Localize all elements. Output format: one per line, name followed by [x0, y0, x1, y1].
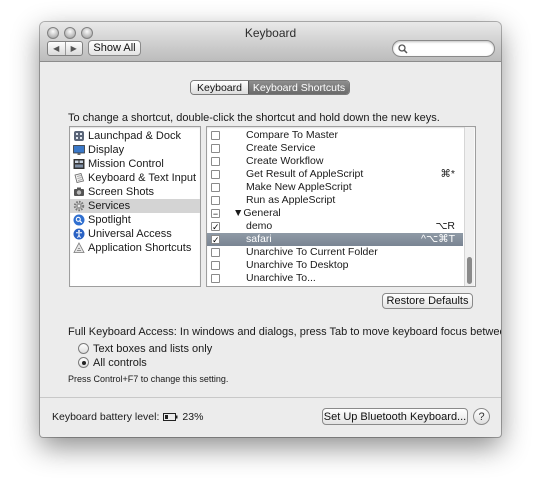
shortcut-checkbox[interactable]: ✓	[211, 222, 220, 232]
tab-keyboard[interactable]: Keyboard	[191, 81, 248, 94]
category-services[interactable]: Services	[70, 199, 200, 213]
shortcut-label: Run as AppleScript	[246, 194, 336, 206]
radio-label: All controls	[93, 356, 147, 369]
category-mission-control[interactable]: Mission Control	[70, 157, 200, 171]
shortcut-key[interactable]: ^⌥⌘T	[421, 233, 455, 245]
shortcut-row[interactable]: Run as AppleScript	[207, 194, 463, 207]
category-launchpad-dock[interactable]: Launchpad & Dock	[70, 129, 200, 143]
restore-defaults-button[interactable]: Restore Defaults	[382, 293, 473, 309]
scroll-thumb[interactable]	[467, 257, 472, 284]
shortcut-row[interactable]: ✓ demo ⌥R	[207, 220, 463, 233]
shortcut-group-row[interactable]: − ▼General	[207, 207, 463, 220]
search-icon	[398, 44, 408, 54]
app-shortcuts-icon	[73, 242, 85, 253]
back-arrow-icon[interactable]: ◀	[48, 42, 65, 55]
shortcut-row[interactable]: Create Service	[207, 142, 463, 155]
shortcut-label: Get Result of AppleScript	[246, 168, 364, 180]
toolbar: Keyboard ◀ ▶ Show All	[40, 22, 501, 62]
instruction-text: To change a shortcut, double-click the s…	[68, 112, 440, 124]
show-all-button[interactable]: Show All	[88, 40, 141, 56]
category-label: Display	[88, 144, 125, 156]
display-icon	[73, 145, 85, 155]
category-spotlight[interactable]: Spotlight	[70, 213, 200, 227]
category-label: Mission Control	[88, 158, 164, 170]
window-title: Keyboard	[244, 26, 297, 40]
category-label: Spotlight	[88, 214, 131, 226]
category-label: Launchpad & Dock	[88, 130, 181, 142]
shortcut-row[interactable]: Unarchive To Desktop	[207, 259, 463, 272]
radio-text-boxes-lists[interactable]: Text boxes and lists only	[78, 342, 212, 355]
battery-icon	[163, 413, 178, 421]
shortcut-row[interactable]: Unarchive To...	[207, 272, 463, 285]
keyboard-access-hint: Press Control+F7 to change this setting.	[68, 374, 229, 384]
shortcut-label: Unarchive To Current Folder	[246, 246, 378, 258]
shortcut-checkbox[interactable]	[211, 131, 220, 140]
shortcut-label: Unarchive To Desktop	[246, 259, 349, 271]
radio-all-controls[interactable]: All controls	[78, 356, 147, 369]
category-universal-access[interactable]: Universal Access	[70, 227, 200, 241]
shortcut-checkbox[interactable]	[211, 261, 220, 270]
category-label: Screen Shots	[88, 186, 155, 198]
preferences-window: Keyboard ◀ ▶ Show All Keyboard Keyboard …	[40, 22, 501, 437]
launchpad-icon	[74, 131, 84, 141]
battery-label: Keyboard battery level:	[52, 411, 160, 423]
shortcut-key[interactable]: ⌥R	[435, 220, 455, 232]
category-label: Services	[88, 200, 131, 212]
help-button[interactable]: ?	[473, 408, 490, 425]
battery-value: 23%	[182, 411, 204, 423]
setup-bluetooth-keyboard-button[interactable]: Set Up Bluetooth Keyboard...	[322, 408, 468, 425]
shortcut-key[interactable]: ⌘*	[440, 168, 455, 180]
tab-keyboard-shortcuts[interactable]: Keyboard Shortcuts	[248, 81, 349, 94]
category-label: Keyboard & Text Input	[88, 172, 197, 184]
shortcut-checkbox[interactable]: ✓	[211, 235, 220, 245]
radio-button[interactable]	[78, 343, 89, 354]
shortcut-list: Compare To Master Create Service Create …	[206, 126, 476, 287]
tab-bar: Keyboard Keyboard Shortcuts	[190, 80, 350, 95]
shortcut-checkbox[interactable]	[211, 157, 220, 166]
shortcut-row[interactable]: Make New AppleScript	[207, 181, 463, 194]
shortcut-label: Create Service	[246, 142, 316, 154]
category-label: Application Shortcuts	[88, 242, 192, 254]
shortcut-label: Make New AppleScript	[246, 181, 352, 193]
back-forward-control: ◀ ▶	[47, 41, 83, 56]
category-application-shortcuts[interactable]: Application Shortcuts	[70, 241, 200, 255]
shortcut-checkbox[interactable]	[211, 144, 220, 153]
screenshot-icon	[74, 187, 84, 196]
shortcut-checkbox[interactable]	[211, 248, 220, 257]
shortcut-checkbox[interactable]	[211, 170, 220, 179]
group-checkbox[interactable]: −	[211, 209, 220, 219]
category-list: Launchpad & Dock Display Mission Control…	[69, 126, 201, 287]
shortcut-label: Compare To Master	[246, 129, 339, 141]
battery-status: Keyboard battery level: 23%	[52, 411, 203, 423]
category-display[interactable]: Display	[70, 143, 200, 157]
shortcut-checkbox[interactable]	[211, 196, 220, 205]
divider	[40, 397, 501, 398]
shortcut-row[interactable]: Create Workflow	[207, 155, 463, 168]
keyboard-icon	[74, 173, 85, 183]
shortcut-checkbox[interactable]	[211, 183, 220, 192]
group-label: ▼General	[233, 207, 281, 219]
shortcut-label: safari	[246, 233, 272, 245]
shortcut-row[interactable]: Get Result of AppleScript ⌘*	[207, 168, 463, 181]
category-screen-shots[interactable]: Screen Shots	[70, 185, 200, 199]
shortcut-row[interactable]: Unarchive To Current Folder	[207, 246, 463, 259]
radio-button-selected[interactable]	[78, 357, 89, 368]
gear-icon	[73, 200, 85, 212]
forward-arrow-icon[interactable]: ▶	[64, 42, 83, 55]
shortcut-row-selected[interactable]: ✓ safari ^⌥⌘T	[207, 233, 463, 246]
universal-access-icon	[73, 228, 85, 240]
shortcut-label: Unarchive To...	[246, 272, 316, 284]
category-keyboard-text-input[interactable]: Keyboard & Text Input	[70, 171, 200, 185]
shortcut-row[interactable]: Compare To Master	[207, 129, 463, 142]
spotlight-icon	[73, 214, 85, 226]
shortcut-scrollbar[interactable]	[464, 127, 474, 286]
full-keyboard-access-label: Full Keyboard Access: In windows and dia…	[68, 326, 501, 338]
search-input[interactable]	[392, 40, 495, 57]
category-label: Universal Access	[88, 228, 172, 240]
shortcut-label: Create Workflow	[246, 155, 324, 167]
radio-label: Text boxes and lists only	[93, 342, 213, 355]
mission-control-icon	[73, 159, 85, 169]
shortcut-label: demo	[246, 220, 273, 232]
shortcut-checkbox[interactable]	[211, 274, 220, 283]
